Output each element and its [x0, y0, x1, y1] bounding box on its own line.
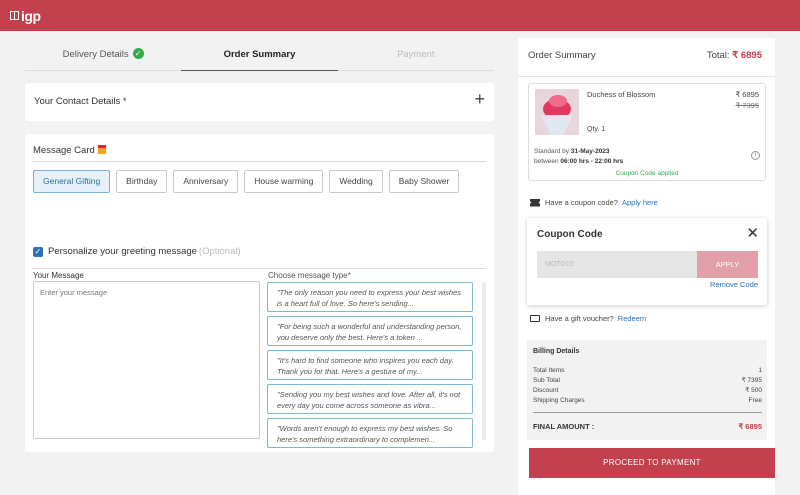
voucher-icon [530, 315, 540, 322]
check-circle-icon: ✓ [132, 47, 144, 59]
expand-plus-icon[interactable]: + [474, 89, 485, 110]
product-image [535, 89, 579, 135]
product-original-price: ₹ 7395 [735, 101, 759, 110]
divider [533, 412, 762, 413]
occasion-chip-anniversary[interactable]: Anniversary [173, 170, 239, 193]
choose-message-type-label: Choose message type* [268, 271, 351, 280]
coupon-icon [530, 198, 540, 207]
message-option[interactable]: "Sending you my best wishes and love. Af… [267, 384, 473, 414]
order-summary-title: Order Summary [528, 50, 596, 61]
message-list-scrollbar[interactable] [482, 282, 486, 440]
divider [518, 76, 775, 77]
message-card-title: Message Card [33, 145, 106, 156]
coupon-code-title: Coupon Code [537, 229, 603, 240]
close-icon[interactable]: ✕ [746, 224, 759, 242]
order-total-value: ₹ 6895 [732, 50, 762, 61]
step-delivery-details[interactable]: Delivery Details ✓ [25, 39, 181, 70]
message-type-list: "The only reason you need to express you… [267, 282, 473, 452]
occasion-chip-house-warming[interactable]: House warming [244, 170, 324, 193]
product-card: Duchess of Blossom ₹ 6895 ₹ 7395 Qty. 1 … [528, 83, 766, 181]
proceed-to-payment-button[interactable]: PROCEED TO PAYMENT [529, 448, 775, 478]
billing-row: Total Items 1 [533, 367, 762, 374]
order-total: Total: ₹ 6895 [706, 50, 762, 61]
occasion-chips: General Gifting Birthday Anniversary Hou… [33, 170, 460, 193]
occasion-chip-wedding[interactable]: Wedding [329, 170, 383, 193]
step-label: Payment [397, 49, 435, 60]
message-textarea[interactable] [33, 281, 260, 439]
apply-button[interactable]: APPLY [697, 251, 758, 278]
personalize-checkbox[interactable]: ✓ [33, 246, 43, 257]
occasion-chip-baby-shower[interactable]: Baby Shower [388, 170, 460, 193]
your-message-label: Your Message [33, 271, 84, 280]
contact-details-title: Your Contact Details * [34, 96, 127, 107]
coupon-applied-status: Coupon Code applied [615, 170, 679, 177]
message-option[interactable]: "Words aren't enough to express my best … [267, 418, 473, 448]
product-name[interactable]: Duchess of Blossom [587, 90, 655, 99]
apply-here-link[interactable]: Apply here [622, 198, 658, 207]
divider [33, 161, 486, 162]
divider [33, 268, 486, 269]
optional-label: (Optional) [198, 246, 241, 257]
gift-voucher-prompt: Have a gift voucher? Redeem [530, 314, 646, 323]
final-amount: FINAL AMOUNT : ₹ 6895 [533, 422, 762, 431]
logo-text: igp [21, 8, 41, 24]
order-summary-panel: Order Summary Total: ₹ 6895 Duchess of B… [518, 38, 775, 495]
occasion-chip-birthday[interactable]: Birthday [116, 170, 168, 193]
billing-row: Discount ₹ 500 [533, 387, 762, 394]
billing-rows: Total Items 1 Sub Total ₹ 7395 Discount ₹ 5… [533, 366, 762, 406]
billing-details: Billing Details Total Items 1 Sub Total ₹ … [527, 340, 767, 440]
gift-icon [10, 10, 19, 20]
step-label: Delivery Details [62, 49, 129, 60]
coupon-prompt: Have a coupon code? Apply here [530, 198, 658, 207]
final-amount-value: ₹ 6895 [738, 422, 762, 431]
product-qty: Qty. 1 [587, 126, 606, 133]
checkout-steps: Delivery Details ✓ Order Summary Payment [25, 39, 494, 71]
igp-logo[interactable]: igp [10, 8, 41, 24]
billing-title: Billing Details [533, 348, 580, 355]
checkout-main: Delivery Details ✓ Order Summary Payment … [0, 31, 510, 495]
message-option[interactable]: "It's hard to find someone who inspires … [267, 350, 473, 380]
gift-tag-icon [97, 145, 106, 154]
billing-row: Shipping Charges Free [533, 397, 762, 404]
step-label: Order Summary [223, 49, 296, 60]
product-price: ₹ 6895 ₹ 7395 [735, 90, 759, 110]
step-payment: Payment [338, 39, 494, 70]
redeem-link[interactable]: Redeem [618, 314, 646, 323]
delivery-info: Standard by 31-May-2023 between 06:00 hr… [534, 148, 624, 165]
billing-row: Sub Total ₹ 7395 [533, 377, 762, 384]
occasion-chip-general-gifting[interactable]: General Gifting [33, 170, 111, 193]
step-order-summary[interactable]: Order Summary [181, 39, 338, 71]
remove-code-link[interactable]: Remove Code [710, 280, 758, 289]
personalize-option[interactable]: ✓ Personalize your greeting message (Opt… [33, 246, 241, 257]
message-option[interactable]: "For being such a wonderful and understa… [267, 316, 473, 346]
coupon-code-dialog: Coupon Code ✕ APPLY Remove Code [527, 218, 767, 305]
personalize-label: Personalize your greeting message [48, 246, 197, 257]
message-card-panel: Message Card General Gifting Birthday An… [25, 134, 494, 452]
contact-details-panel[interactable]: Your Contact Details * + [25, 83, 494, 121]
message-option[interactable]: "The only reason you need to express you… [267, 282, 473, 312]
top-bar: igp [0, 0, 800, 31]
coupon-code-input[interactable] [537, 251, 697, 278]
info-icon[interactable]: i [751, 151, 760, 160]
